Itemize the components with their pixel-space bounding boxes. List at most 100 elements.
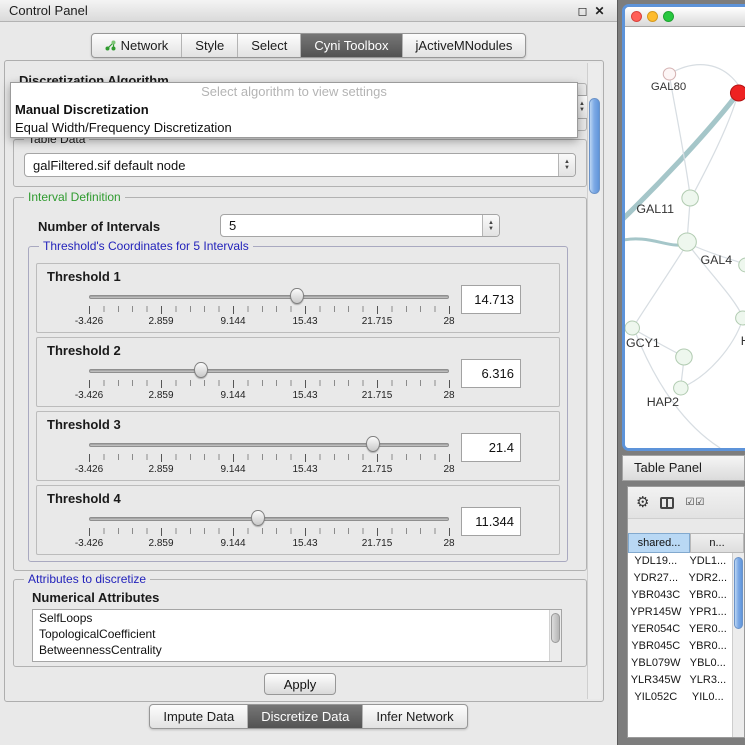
slider-track[interactable] xyxy=(89,443,449,447)
tick-label: -3.426 xyxy=(75,316,103,327)
threshold-panel-2: Threshold 2 -3.4262.8599.14415.4321.71528… xyxy=(36,337,560,407)
tab-discretize-data[interactable]: Discretize Data xyxy=(248,705,363,728)
attribute-item-topologicalcoefficient[interactable]: TopologicalCoefficient xyxy=(33,626,561,642)
slider-track[interactable] xyxy=(89,517,449,521)
threshold-label: Threshold 1 xyxy=(47,269,121,284)
close-icon[interactable]: ✕ xyxy=(591,4,608,18)
slider-major-tick xyxy=(305,528,306,536)
attributes-list-scrollbar[interactable] xyxy=(549,610,561,661)
slider-major-tick xyxy=(305,380,306,388)
network-node[interactable] xyxy=(678,233,697,251)
gear-icon[interactable]: ⚙ xyxy=(636,495,649,510)
slider-thumb[interactable] xyxy=(290,288,304,304)
tick-label: 9.144 xyxy=(220,464,245,475)
attribute-item-betweennesscentrality[interactable]: BetweennessCentrality xyxy=(33,642,561,658)
threshold-label: Threshold 2 xyxy=(47,343,121,358)
tab-cyni-toolbox[interactable]: Cyni Toolbox xyxy=(301,34,402,57)
scrollbar-thumb[interactable] xyxy=(551,613,560,643)
table-row[interactable]: YBR045CYBR0... xyxy=(628,638,732,655)
columns-icon[interactable] xyxy=(660,497,674,509)
network-node[interactable] xyxy=(682,190,699,206)
tick-label: -3.426 xyxy=(75,464,103,475)
table-scrollbar[interactable] xyxy=(732,553,744,737)
table-row[interactable]: YBL079WYBL0... xyxy=(628,655,732,672)
dropdown-option-equal-width-frequency-discretization[interactable]: Equal Width/Frequency Discretization xyxy=(11,119,577,137)
tab-style[interactable]: Style xyxy=(182,34,238,57)
select-columns-icon[interactable]: ☑☑ xyxy=(685,497,705,508)
threshold-value-field[interactable]: 14.713 xyxy=(461,285,521,314)
table-row[interactable]: YPR145WYPR1... xyxy=(628,604,732,621)
network-node[interactable] xyxy=(730,85,745,101)
slider-major-tick xyxy=(449,454,450,462)
slider-major-tick xyxy=(161,528,162,536)
slider-track[interactable] xyxy=(89,369,449,373)
network-view-window: GAL80GAL11GAL4GCY1HAP2H xyxy=(622,4,745,451)
scrollbar-thumb[interactable] xyxy=(589,98,600,194)
attribute-item-selfloops[interactable]: SelfLoops xyxy=(33,610,561,626)
threshold-slider[interactable]: -3.4262.8599.14415.4321.71528 xyxy=(89,288,449,328)
table-cell: YBL079W xyxy=(628,655,684,672)
threshold-slider[interactable]: -3.4262.8599.14415.4321.71528 xyxy=(89,436,449,476)
table-row[interactable]: YER054CYER0... xyxy=(628,621,732,638)
slider-major-tick xyxy=(161,380,162,388)
table-row[interactable]: YIL052CYIL0... xyxy=(628,689,732,706)
control-panel-scrollbar[interactable] xyxy=(587,63,601,699)
minimize-button[interactable] xyxy=(647,11,658,22)
slider-major-tick xyxy=(89,454,90,462)
network-node[interactable] xyxy=(663,68,675,80)
tick-label: -3.426 xyxy=(75,390,103,401)
tick-label: 9.144 xyxy=(220,316,245,327)
slider-thumb[interactable] xyxy=(194,362,208,378)
slider-major-tick xyxy=(233,454,234,462)
tab-label: Cyni Toolbox xyxy=(314,38,388,53)
tab-network[interactable]: Network xyxy=(92,34,183,57)
node-label: GAL4 xyxy=(700,253,732,267)
scrollbar-thumb[interactable] xyxy=(734,557,743,629)
tab-label: Infer Network xyxy=(376,709,453,724)
threshold-value-field[interactable]: 21.4 xyxy=(461,433,521,462)
network-node[interactable] xyxy=(736,311,745,325)
node-label: GAL80 xyxy=(651,81,686,93)
tab-jactivemnodules[interactable]: jActiveMNodules xyxy=(403,34,526,57)
slider-thumb[interactable] xyxy=(366,436,380,452)
slider-track[interactable] xyxy=(89,295,449,299)
threshold-value-field[interactable]: 11.344 xyxy=(461,507,521,536)
network-node[interactable] xyxy=(739,258,745,272)
zoom-button[interactable] xyxy=(663,11,674,22)
table-column-header-1[interactable]: shared... xyxy=(628,533,690,553)
table-data-combo[interactable]: galFiltered.sif default node ▲▼ xyxy=(24,153,576,177)
window-title: Control Panel xyxy=(9,3,574,18)
network-node[interactable] xyxy=(676,349,693,365)
table-row[interactable]: YLR345WYLR3... xyxy=(628,672,732,689)
tick-label: 15.43 xyxy=(292,464,317,475)
dropdown-option-manual-discretization[interactable]: Manual Discretization xyxy=(11,101,577,119)
table-row[interactable]: YBR043CYBR0... xyxy=(628,587,732,604)
network-canvas[interactable]: GAL80GAL11GAL4GCY1HAP2H xyxy=(625,27,745,448)
table-row[interactable]: YDL19...YDL1... xyxy=(628,553,732,570)
network-node[interactable] xyxy=(674,381,688,395)
num-intervals-combo[interactable]: 5 ▲▼ xyxy=(220,214,500,237)
threshold-value-field[interactable]: 6.316 xyxy=(461,359,521,388)
combo-arrows-icon: ▲▼ xyxy=(482,215,499,236)
network-node[interactable] xyxy=(625,321,639,335)
tab-impute-data[interactable]: Impute Data xyxy=(150,705,248,728)
slider-thumb[interactable] xyxy=(251,510,265,526)
slider-major-tick xyxy=(233,380,234,388)
slider-major-tick xyxy=(305,306,306,314)
tab-select[interactable]: Select xyxy=(238,34,301,57)
apply-button[interactable]: Apply xyxy=(264,673,336,695)
combo-arrows-icon: ▲▼ xyxy=(558,154,575,176)
float-window-icon[interactable]: ◻ xyxy=(574,4,591,18)
table-column-header-2[interactable]: n... xyxy=(690,533,744,553)
node-label: GCY1 xyxy=(626,336,660,350)
tab-infer-network[interactable]: Infer Network xyxy=(363,705,466,728)
threshold-slider[interactable]: -3.4262.8599.14415.4321.71528 xyxy=(89,510,449,550)
slider-major-tick xyxy=(449,380,450,388)
table-row[interactable]: YDR27...YDR2... xyxy=(628,570,732,587)
tick-label: 21.715 xyxy=(362,390,393,401)
close-button[interactable] xyxy=(631,11,642,22)
algorithm-dropdown-popup: Select algorithm to view settings Manual… xyxy=(10,82,578,138)
threshold-slider[interactable]: -3.4262.8599.14415.4321.71528 xyxy=(89,362,449,402)
table-cell: YBR045C xyxy=(628,638,684,655)
tick-label: 28 xyxy=(443,390,454,401)
